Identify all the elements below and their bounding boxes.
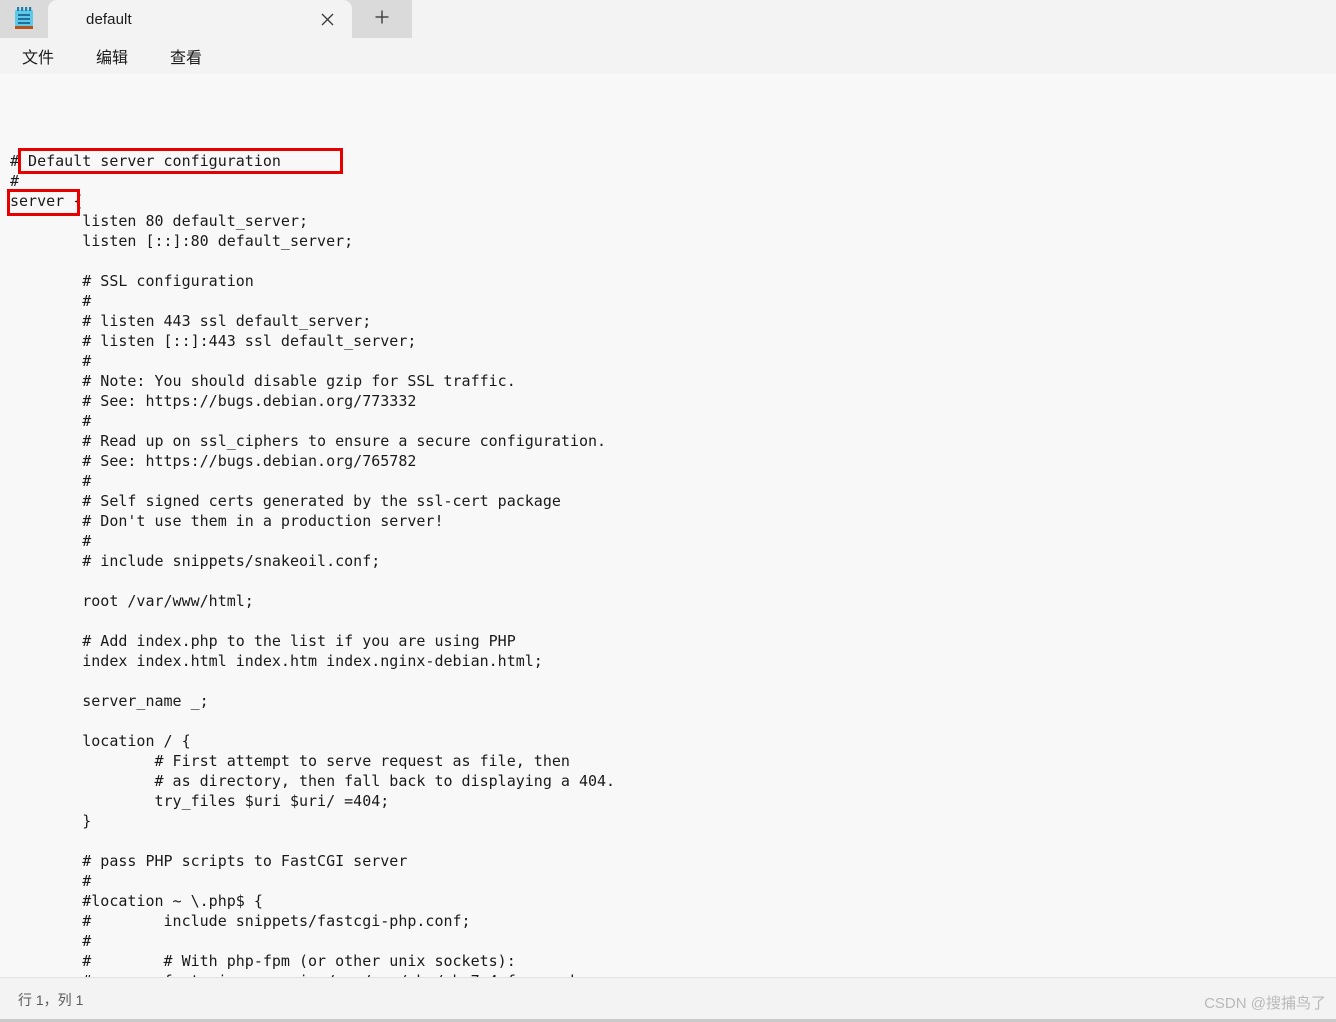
menu-item-file[interactable]: 文件	[12, 42, 64, 70]
tab-default[interactable]: default	[48, 0, 352, 38]
text-editor-area[interactable]: # Default server configuration # server …	[0, 74, 1336, 977]
new-tab-button[interactable]	[352, 0, 412, 38]
menu-item-edit[interactable]: 编辑	[86, 42, 138, 70]
tab-label: default	[86, 10, 132, 28]
plus-icon	[374, 9, 390, 30]
editor-content[interactable]: # Default server configuration # server …	[10, 151, 615, 977]
watermark-label: CSDN @搜捕鸟了	[1204, 995, 1326, 1012]
menu-item-view[interactable]: 查看	[160, 42, 212, 70]
cursor-position-label: 行 1，列 1	[18, 992, 84, 1008]
notepad-icon	[13, 7, 35, 31]
tab-strip: default	[0, 0, 1336, 38]
menu-bar: 文件 编辑 查看	[0, 38, 1336, 74]
status-bar: 行 1，列 1 CSDN @搜捕鸟了	[0, 977, 1336, 1022]
notepad-window: default 文件 编辑 查看 # Default server config…	[0, 0, 1336, 1022]
app-icon-slot	[0, 0, 48, 38]
close-icon[interactable]	[312, 4, 342, 34]
tab-strip-empty-area	[412, 0, 1336, 38]
